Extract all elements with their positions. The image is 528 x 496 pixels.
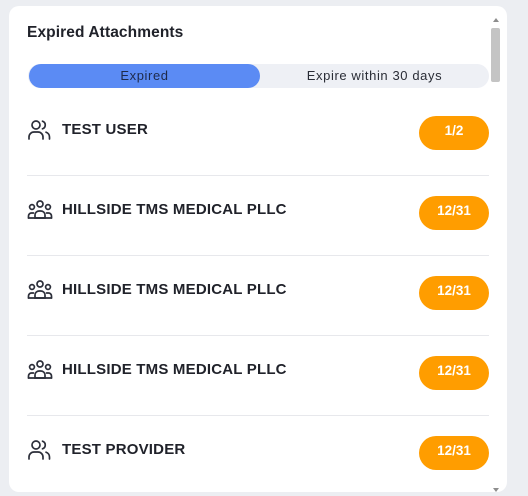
user-group-icon — [27, 118, 53, 142]
organization-icon — [27, 278, 53, 302]
count-badge[interactable]: 12/31 — [419, 356, 489, 390]
card-title: Expired Attachments — [27, 24, 184, 41]
organization-icon — [27, 198, 53, 222]
row-name: TEST PROVIDER — [62, 441, 186, 458]
scroll-thumb[interactable] — [491, 28, 500, 82]
list-item[interactable]: TEST USER 1/2 — [27, 96, 489, 176]
vertical-scrollbar[interactable] — [491, 18, 501, 492]
list-item[interactable]: HILLSIDE TMS MEDICAL PLLC 12/31 — [27, 176, 489, 256]
expiry-filter-toggle: Expired Expire within 30 days — [28, 64, 489, 88]
row-name: HILLSIDE TMS MEDICAL PLLC — [62, 201, 287, 218]
scroll-up-arrow-icon[interactable] — [493, 18, 499, 22]
tab-expire-within-30-days[interactable]: Expire within 30 days — [260, 64, 489, 88]
attachment-list: TEST USER 1/2 HILLSIDE TMS MEDICAL PLLC … — [27, 96, 489, 492]
list-item[interactable]: HILLSIDE TMS MEDICAL PLLC 12/31 — [27, 336, 489, 416]
row-name: HILLSIDE TMS MEDICAL PLLC — [62, 281, 287, 298]
tab-expired[interactable]: Expired — [29, 64, 260, 88]
scroll-down-arrow-icon[interactable] — [493, 488, 499, 492]
count-badge[interactable]: 12/31 — [419, 436, 489, 470]
organization-icon — [27, 358, 53, 382]
count-badge[interactable]: 12/31 — [419, 276, 489, 310]
expired-attachments-card: Expired Attachments Expired Expire withi… — [9, 6, 507, 492]
list-item[interactable]: TEST PROVIDER 12/31 — [27, 416, 489, 492]
user-group-icon — [27, 438, 53, 462]
row-name: TEST USER — [62, 121, 148, 138]
row-name: HILLSIDE TMS MEDICAL PLLC — [62, 361, 287, 378]
list-item[interactable]: HILLSIDE TMS MEDICAL PLLC 12/31 — [27, 256, 489, 336]
count-badge[interactable]: 12/31 — [419, 196, 489, 230]
count-badge[interactable]: 1/2 — [419, 116, 489, 150]
